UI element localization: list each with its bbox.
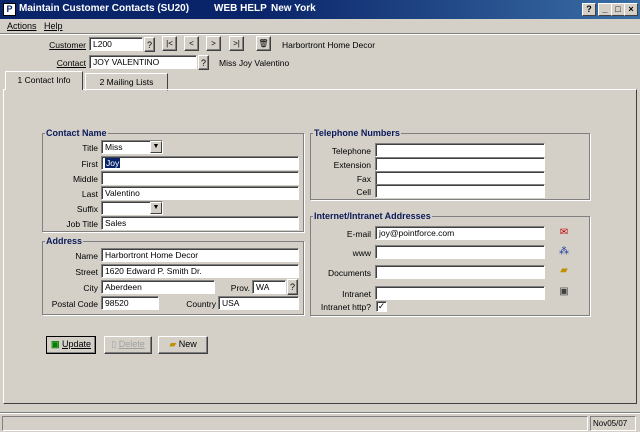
status-message — [2, 416, 588, 431]
trash-icon[interactable]: 🗑 — [256, 36, 271, 51]
street-label: Street — [75, 267, 98, 277]
maximize-button[interactable]: □ — [611, 3, 625, 16]
help-button[interactable]: ? — [582, 3, 596, 16]
close-button[interactable]: × — [624, 3, 638, 16]
intranet-label: Intranet — [342, 289, 371, 299]
tab-contact-info-label: 1 Contact Info — [17, 75, 71, 85]
contact-display-name: Miss Joy Valentino — [219, 58, 290, 68]
last-label: Last — [81, 189, 98, 199]
extension-field[interactable] — [375, 157, 545, 171]
telephone-label: Telephone — [331, 146, 371, 156]
new-button[interactable]: ▰ New — [158, 336, 208, 354]
job-title-label: Job Title — [66, 219, 98, 229]
telephone-title: Telephone Numbers — [313, 128, 401, 138]
delete-icon: ▯ — [111, 339, 117, 349]
email-label: E-mail — [346, 229, 371, 239]
www-label: www — [352, 248, 371, 258]
menu-divider — [0, 33, 640, 35]
menu-help-label: Help — [44, 21, 63, 31]
first-label: First — [81, 159, 98, 169]
prov-label: Prov. — [230, 283, 250, 293]
first-name-field[interactable]: Joy — [101, 156, 299, 170]
title-select[interactable]: Miss ▼ — [101, 140, 163, 154]
street-field[interactable]: 1620 Edward P. Smith Dr. — [101, 264, 299, 278]
contact-field[interactable]: JOY VALENTINO — [89, 55, 197, 69]
telephone-field[interactable] — [375, 143, 545, 157]
window-title: Maintain Customer Contacts (SU20) — [19, 3, 190, 14]
prev-record-button[interactable]: < — [184, 36, 199, 51]
address-name-field[interactable]: Harbortront Home Decor — [101, 248, 299, 262]
internet-title: Internet/Intranet Addresses — [313, 211, 432, 221]
documents-label: Documents — [328, 268, 371, 278]
customer-label: Customer — [49, 40, 86, 50]
app-icon: P — [3, 3, 16, 16]
new-label: New — [178, 339, 197, 349]
location-label: New York — [271, 3, 316, 14]
prov-lookup-button[interactable]: ? — [287, 279, 298, 295]
tab-contact-info[interactable]: 1 Contact Info — [5, 71, 83, 90]
web-icon[interactable]: ⁂ — [558, 246, 570, 258]
computer-icon[interactable]: ▣ — [558, 286, 570, 298]
intranet-field[interactable] — [375, 286, 545, 300]
suffix-label: Suffix — [76, 204, 98, 214]
country-label: Country — [186, 299, 216, 309]
title-bar: P Maintain Customer Contacts (SU20) WEB … — [0, 0, 640, 19]
chevron-down-icon[interactable]: ▼ — [150, 202, 162, 214]
status-date: Nov05/07 — [590, 416, 636, 431]
delete-button[interactable]: ▯ Delete — [104, 336, 152, 354]
extension-label: Extension — [333, 160, 371, 170]
postal-code-label: Postal Code — [51, 299, 98, 309]
update-label: Update — [62, 339, 92, 349]
minimize-button[interactable]: _ — [598, 3, 612, 16]
menu-actions[interactable]: Actions — [7, 21, 37, 31]
customer-field[interactable]: L200 — [89, 37, 143, 51]
documents-field[interactable] — [375, 265, 545, 279]
middle-label: Middle — [72, 174, 98, 184]
suffix-select[interactable]: ▼ — [101, 201, 163, 215]
country-field[interactable]: USA — [218, 296, 299, 310]
new-folder-icon: ▰ — [169, 339, 177, 349]
title-select-value: Miss — [105, 142, 123, 152]
menu-actions-label: Actions — [7, 21, 37, 31]
first-name-value: Joy — [105, 158, 121, 168]
city-field[interactable]: Aberdeen — [101, 280, 215, 294]
last-record-button[interactable]: >| — [229, 36, 244, 51]
intranet-http-label: Intranet http? — [320, 302, 371, 312]
contact-lookup-button[interactable]: ? — [198, 55, 209, 70]
delete-label: Delete — [118, 339, 145, 349]
contact-name-title: Contact Name — [45, 128, 108, 138]
title-label: Title — [82, 143, 98, 153]
email-icon[interactable]: ✉ — [558, 227, 570, 239]
cell-label: Cell — [356, 187, 371, 197]
customer-name: Harbortront Home Decor — [282, 40, 376, 50]
prov-field[interactable]: WA — [252, 280, 286, 294]
contact-label: Contact — [56, 58, 86, 68]
customer-lookup-button[interactable]: ? — [144, 37, 155, 52]
city-label: City — [83, 283, 98, 293]
chevron-down-icon[interactable]: ▼ — [150, 141, 162, 153]
tab-mailing-lists-label: 2 Mailing Lists — [99, 77, 154, 87]
first-record-button[interactable]: |< — [162, 36, 177, 51]
address-title: Address — [45, 236, 84, 246]
cell-field[interactable] — [375, 184, 545, 198]
www-field[interactable] — [375, 245, 545, 259]
update-icon: ▣ — [50, 339, 60, 349]
menu-help[interactable]: Help — [44, 21, 63, 31]
postal-code-field[interactable]: 98520 — [101, 296, 159, 310]
intranet-http-checkbox[interactable]: ✓ — [376, 301, 387, 312]
web-help-link[interactable]: WEB HELP — [214, 3, 267, 14]
email-field[interactable]: joy@pointforce.com — [375, 226, 545, 240]
address-name-label: Name — [75, 251, 98, 261]
fax-field[interactable] — [375, 171, 545, 185]
folder-icon[interactable]: ▰ — [558, 265, 570, 277]
update-button[interactable]: ▣ Update — [46, 336, 96, 354]
last-name-field[interactable]: Valentino — [101, 186, 299, 200]
next-record-button[interactable]: > — [206, 36, 221, 51]
fax-label: Fax — [356, 174, 371, 184]
status-bar: Nov05/07 — [0, 414, 640, 432]
middle-name-field[interactable] — [101, 171, 299, 185]
job-title-field[interactable]: Sales — [101, 216, 299, 230]
